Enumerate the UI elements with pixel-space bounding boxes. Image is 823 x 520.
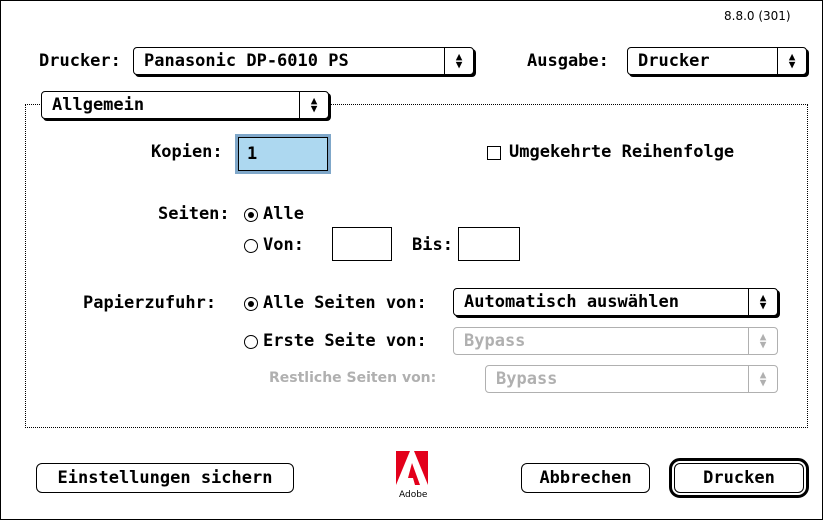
paper-first-page-value: Bypass: [464, 331, 526, 351]
pages-from-field[interactable]: [332, 227, 392, 261]
output-popup[interactable]: Drucker ▲ ▼: [627, 47, 807, 75]
pages-to-label: Bis:: [412, 235, 453, 255]
section-popup-value: Allgemein: [52, 95, 145, 115]
reverse-order-checkbox[interactable]: [487, 146, 501, 160]
updown-arrows-icon: ▲ ▼: [748, 366, 777, 392]
paper-remaining-value: Bypass: [496, 369, 558, 389]
copies-field[interactable]: 1: [235, 134, 331, 174]
pages-to-field[interactable]: [458, 227, 520, 261]
updown-arrows-icon: ▲ ▼: [748, 328, 777, 354]
paper-remaining-popup[interactable]: Bypass ▲ ▼: [485, 365, 778, 393]
reverse-order-label: Umgekehrte Reihenfolge: [509, 142, 735, 162]
section-popup[interactable]: Allgemein ▲ ▼: [41, 91, 329, 119]
adobe-logo-icon: [396, 451, 428, 485]
paper-first-page-radio[interactable]: [244, 335, 258, 349]
updown-arrows-icon: ▲ ▼: [748, 289, 777, 315]
copies-value: 1: [247, 144, 258, 164]
paper-remaining-label: Restliche Seiten von:: [269, 370, 437, 386]
adobe-logo-text: Adobe: [399, 490, 428, 500]
updown-arrows-icon: ▲ ▼: [777, 48, 806, 74]
adobe-logo: Adobe: [396, 451, 456, 507]
paper-first-page-popup[interactable]: Bypass ▲ ▼: [453, 327, 778, 355]
paper-label: Papierzufuhr:: [83, 293, 217, 313]
updown-arrows-icon: ▲ ▼: [299, 92, 328, 118]
output-label: Ausgabe:: [527, 51, 609, 71]
copies-label: Kopien:: [151, 142, 223, 162]
print-dialog: 8.8.0 (301) Drucker: Panasonic DP-6010 P…: [0, 0, 823, 520]
paper-all-pages-value: Automatisch auswählen: [464, 292, 679, 312]
printer-value: Panasonic DP-6010 PS: [144, 51, 349, 71]
pages-from-radio[interactable]: [244, 239, 258, 253]
version-label: 8.8.0 (301): [724, 9, 791, 23]
save-settings-button[interactable]: Einstellungen sichern: [36, 463, 294, 493]
updown-arrows-icon: ▲ ▼: [444, 48, 473, 74]
pages-label: Seiten:: [158, 204, 230, 224]
printer-label: Drucker:: [39, 51, 121, 71]
paper-all-pages-popup[interactable]: Automatisch auswählen ▲ ▼: [453, 288, 778, 316]
paper-first-page-label: Erste Seite von:: [263, 331, 427, 351]
paper-all-pages-radio[interactable]: [244, 297, 258, 311]
pages-from-label: Von:: [263, 235, 304, 255]
pages-all-label: Alle: [263, 204, 304, 224]
pages-all-radio[interactable]: [244, 208, 258, 222]
paper-all-pages-label: Alle Seiten von:: [263, 293, 427, 313]
cancel-button[interactable]: Abbrechen: [521, 463, 650, 493]
print-button[interactable]: Drucken: [669, 458, 809, 498]
printer-popup[interactable]: Panasonic DP-6010 PS ▲ ▼: [133, 47, 474, 75]
output-value: Drucker: [638, 51, 710, 71]
